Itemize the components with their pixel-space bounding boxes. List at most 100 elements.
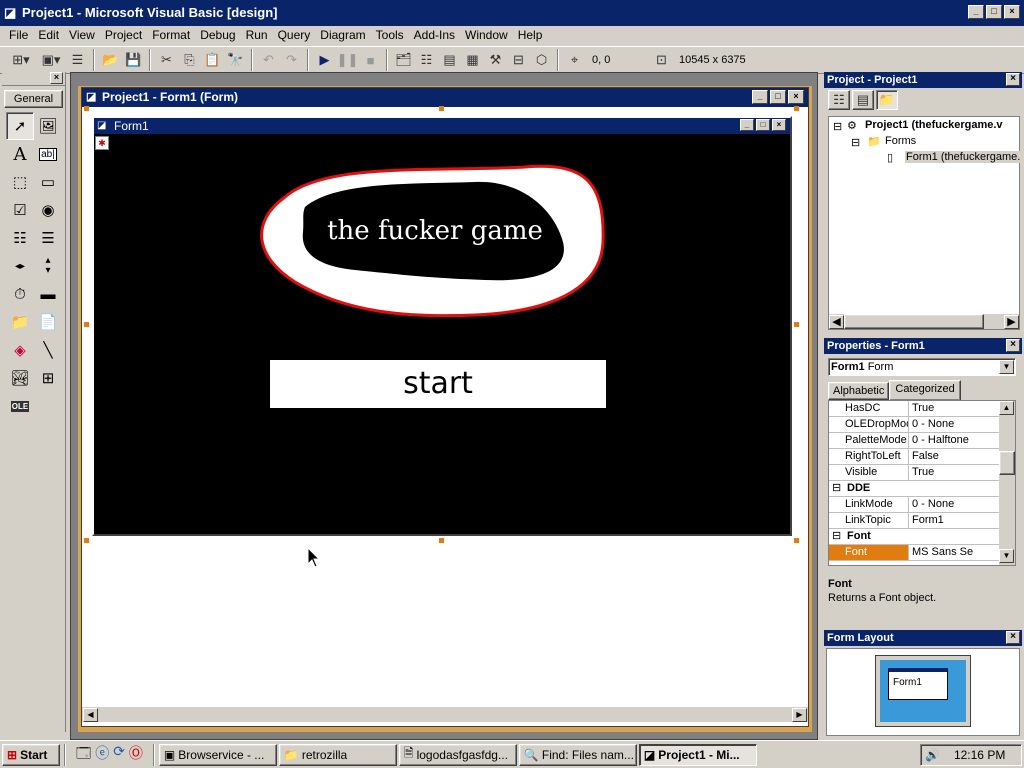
scroll-thumb[interactable] (844, 314, 984, 329)
data-view-icon[interactable]: ⊟ (507, 49, 530, 71)
shape-icon[interactable]: ◈ (6, 336, 34, 364)
taskbar-button[interactable]: 📁 retrozilla (278, 743, 397, 766)
open-project-icon[interactable]: 📂 (99, 49, 122, 71)
selection-handle[interactable] (84, 538, 89, 543)
optionbutton-icon[interactable]: ◉ (34, 196, 62, 224)
view-object-icon[interactable]: ▤ (852, 90, 874, 110)
main-title-bar[interactable]: ◪ Project1 - Microsoft Visual Basic [des… (0, 0, 1024, 26)
vscrollbar-icon[interactable]: ▴ ▾ (34, 252, 62, 280)
project-panel-titlebar[interactable]: Project - Project1 × (824, 72, 1022, 88)
hscrollbar-icon[interactable]: ◂▸ (6, 252, 34, 280)
scroll-right-icon[interactable]: ▶ (792, 708, 807, 722)
form1-titlebar[interactable]: ◪ Form1 _ □ × (94, 118, 790, 134)
component-manager-icon[interactable]: ⬡ (530, 49, 553, 71)
menu-diagram[interactable]: Diagram (315, 26, 370, 45)
collapse-icon[interactable]: ⊟ (829, 481, 843, 496)
properties-panel-close-button[interactable]: × (1006, 339, 1020, 352)
label-icon[interactable]: A (6, 140, 34, 168)
minimize-button[interactable]: _ (968, 5, 984, 19)
layout-panel-titlebar[interactable]: Form Layout × (824, 630, 1022, 646)
tree-forms-folder[interactable]: Forms (885, 135, 916, 147)
taskbar-button[interactable]: ▣ Browservice - ... (158, 743, 277, 766)
menu-format[interactable]: Format (147, 26, 195, 45)
property-row-selected[interactable]: FontMS Sans Se... (829, 545, 1015, 561)
menu-edit[interactable]: Edit (33, 26, 64, 45)
line-icon[interactable]: ╲ (34, 336, 62, 364)
tree-collapse-icon[interactable]: ⊟ (851, 136, 860, 149)
menu-query[interactable]: Query (273, 26, 316, 45)
tab-categorized[interactable]: Categorized (889, 380, 961, 400)
paste-icon[interactable]: 📋 (201, 49, 224, 71)
menu-view[interactable]: View (64, 26, 100, 45)
property-row[interactable]: HasDC True (829, 401, 1015, 417)
selection-handle[interactable] (439, 538, 444, 543)
scroll-right-icon[interactable]: ▶ (1004, 315, 1019, 329)
start-button[interactable]: start (270, 360, 606, 408)
form1-minimize-button[interactable]: _ (740, 119, 754, 131)
designer-horizontal-scrollbar[interactable]: ◀ ▶ (82, 706, 808, 722)
scroll-down-icon[interactable]: ▼ (999, 549, 1014, 563)
property-row[interactable]: LinkTopic Form1 (829, 513, 1015, 529)
show-desktop-icon[interactable]: 🗔 (76, 743, 91, 767)
chevron-down-icon[interactable]: ▼ (999, 360, 1014, 374)
designer-close-button[interactable]: × (788, 90, 804, 104)
object-browser-icon[interactable]: ▦ (461, 49, 484, 71)
redo-icon[interactable]: ↷ (280, 49, 303, 71)
form1-maximize-button[interactable]: □ (756, 119, 770, 131)
tab-alphabetic[interactable]: Alphabetic (828, 382, 890, 400)
vb-app-icon[interactable]: ◪ (4, 5, 19, 20)
commandbutton-icon[interactable]: ▭ (34, 168, 62, 196)
toolbox-icon[interactable]: ⚒ (484, 49, 507, 71)
layout-panel-close-button[interactable]: × (1006, 631, 1020, 644)
menu-tools[interactable]: Tools (371, 26, 409, 45)
drivelistbox-icon[interactable]: ▬ (34, 280, 62, 308)
volume-icon[interactable]: 🔊 (925, 748, 940, 762)
pointer-icon[interactable]: ➚ (6, 112, 34, 140)
form-layout-icon[interactable]: ▤ (438, 49, 461, 71)
end-icon[interactable]: ■ (359, 49, 382, 71)
combobox-icon[interactable]: ☷ (6, 224, 34, 252)
properties-panel-titlebar[interactable]: Properties - Form1 × (824, 338, 1022, 354)
start-icon[interactable]: ▶ (313, 49, 336, 71)
break-icon[interactable]: ❚❚ (336, 49, 359, 71)
textbox-icon[interactable]: ab| (34, 140, 62, 168)
menu-window[interactable]: Window (460, 26, 513, 45)
selection-handle[interactable] (794, 322, 799, 327)
dirlistbox-icon[interactable]: 📁 (6, 308, 34, 336)
designer-minimize-button[interactable]: _ (752, 90, 768, 104)
selection-handle[interactable] (439, 106, 444, 111)
game-title-label[interactable]: the fucker game (300, 213, 570, 253)
tree-project-node[interactable]: Project1 (thefuckergame.v (865, 119, 1003, 131)
toolbox-titlebar[interactable]: × (2, 72, 65, 86)
menu-add-ins[interactable]: Add-Ins (409, 26, 460, 45)
timer-icon[interactable]: ⏱ (6, 280, 34, 308)
menu-help[interactable]: Help (513, 26, 548, 45)
project-explorer-icon[interactable]: 🗂 (392, 49, 415, 71)
tree-collapse-icon[interactable]: ⊟ (833, 120, 842, 133)
form-designer-titlebar[interactable]: ◪ Project1 - Form1 (Form) _ □ × (82, 88, 808, 107)
save-project-icon[interactable]: 💾 (122, 49, 145, 71)
menu-project[interactable]: Project (100, 26, 147, 45)
scroll-left-icon[interactable]: ◀ (83, 708, 98, 722)
properties-vertical-scrollbar[interactable]: ▲ ▼ (999, 401, 1015, 565)
toolbox-general-tab[interactable]: General (4, 90, 63, 108)
form-picture-control-icon[interactable]: ✱ (95, 136, 109, 150)
close-button[interactable]: × (1004, 5, 1020, 19)
object-selector[interactable]: Form1 Form ▼ (828, 358, 1016, 376)
internet-explorer-icon[interactable]: ⓔ (95, 743, 109, 767)
add-project-icon[interactable]: ⊞▾ (6, 49, 36, 71)
frame-icon[interactable]: ⬚ (6, 168, 34, 196)
refresh-icon[interactable]: ⟳ (113, 743, 125, 767)
maximize-button[interactable]: □ (986, 5, 1002, 19)
filelistbox-icon[interactable]: 📄 (34, 308, 62, 336)
scroll-up-icon[interactable]: ▲ (999, 401, 1014, 415)
scroll-thumb[interactable] (999, 451, 1015, 475)
picturebox-icon[interactable]: 🖼 (34, 112, 62, 140)
property-category-dde[interactable]: ⊟ DDE (829, 481, 1015, 497)
menu-debug[interactable]: Debug (195, 26, 240, 45)
data-icon[interactable]: ⊞ (34, 364, 62, 392)
selection-handle[interactable] (84, 322, 89, 327)
property-category-font[interactable]: ⊟ Font (829, 529, 1015, 545)
find-icon[interactable]: 🔭 (224, 49, 247, 71)
clock[interactable]: 12:16 PM (954, 748, 1005, 762)
